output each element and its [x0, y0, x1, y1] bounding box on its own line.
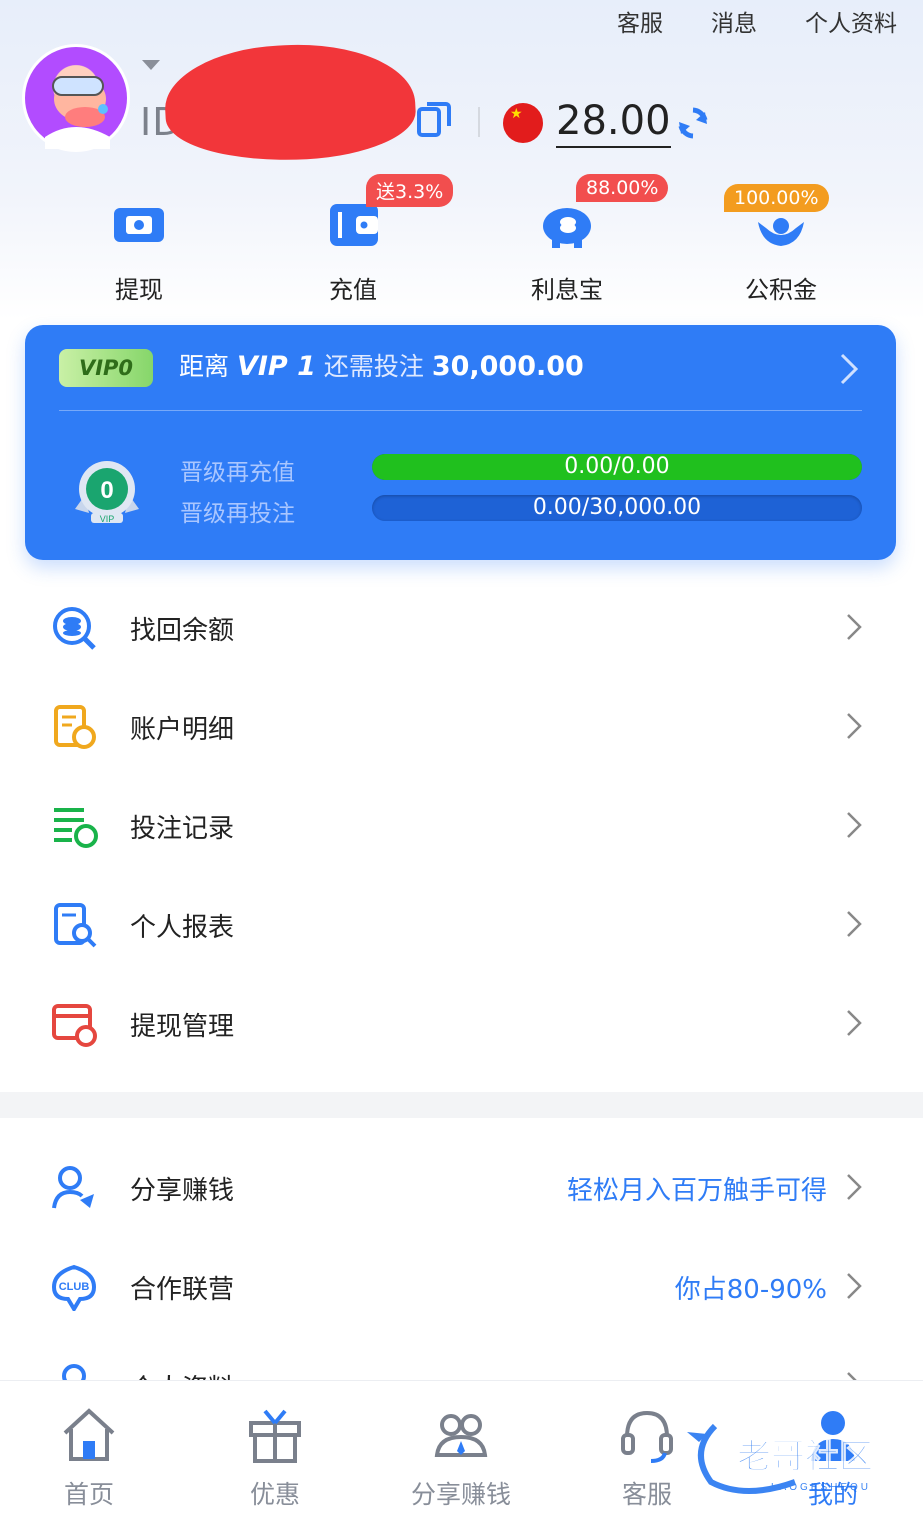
- menu-label: 合作联营: [130, 1275, 235, 1305]
- top-links: 客服 消息 个人资料: [617, 4, 897, 38]
- copy-icon[interactable]: [416, 100, 452, 138]
- home-icon: [63, 1408, 115, 1461]
- share-users-icon: [434, 1414, 488, 1457]
- section-separator: [0, 1092, 923, 1118]
- menu-item-recover-balance[interactable]: 找回余额: [0, 578, 923, 677]
- svg-text:LAOGESHEQU: LAOGESHEQU: [771, 1482, 871, 1493]
- recharge-badge: 送3.3%: [366, 174, 454, 207]
- tab-home[interactable]: 首页: [24, 1405, 154, 1511]
- account-menu: 找回余额 账户明细 投注记录 个人报表 提现管理: [0, 578, 923, 1073]
- vip-medal-text: VIP: [100, 514, 115, 524]
- report-icon: [54, 903, 97, 948]
- vip-medal-number: 0: [100, 477, 113, 504]
- chevron-right-icon: [847, 1174, 862, 1200]
- avatar[interactable]: [22, 44, 130, 152]
- bet-progress-label: 晋级再投注: [180, 501, 295, 527]
- quick-recharge[interactable]: 送3.3% 充值: [288, 174, 454, 305]
- chevron-down-icon[interactable]: [142, 60, 160, 70]
- menu-item-account-detail[interactable]: 账户明细: [0, 677, 923, 776]
- vip-divider: [59, 410, 862, 411]
- chevron-right-icon: [847, 1273, 862, 1299]
- quick-interest-label: 利息宝: [531, 276, 603, 304]
- share-earn-icon: [52, 1166, 94, 1209]
- vip-text-target: VIP 1: [236, 351, 316, 382]
- recharge-progress-label: 晋级再充值: [180, 460, 295, 486]
- recharge-progress-value: 0.00/0.00: [564, 454, 670, 479]
- gift-icon: [249, 1409, 301, 1463]
- quick-fund-label: 公积金: [745, 276, 817, 304]
- top-link-service[interactable]: 客服: [617, 4, 663, 38]
- vip-medal-icon: 0 VIP: [75, 461, 139, 524]
- menu-label: 投注记录: [130, 814, 235, 844]
- divider: [478, 107, 480, 137]
- menu-item-personal-report[interactable]: 个人报表: [0, 875, 923, 974]
- chevron-right-icon: [847, 911, 862, 937]
- chevron-right-icon: [847, 1010, 862, 1036]
- tab-label: 分享赚钱: [410, 1480, 511, 1509]
- quick-interest[interactable]: 88.00% 利息宝: [502, 174, 669, 305]
- menu-item-bet-record[interactable]: 投注记录: [0, 776, 923, 875]
- piggy-bank-icon: [543, 208, 591, 248]
- menu-item-share-earn[interactable]: 分享赚钱 轻松月入百万触手可得: [0, 1138, 923, 1237]
- chevron-right-icon: [847, 614, 862, 640]
- vip-text-prefix: 距离: [179, 352, 230, 381]
- vip-text-amount: 30,000.00: [431, 351, 584, 382]
- svg-text:老哥社区: 老哥社区: [737, 1437, 873, 1477]
- tab-promotions[interactable]: 优惠: [210, 1405, 340, 1511]
- bet-progress-bar: 0.00/30,000.00: [372, 495, 862, 521]
- bet-progress-value: 0.00/30,000.00: [532, 495, 702, 520]
- menu-hint: 轻松月入百万触手可得: [566, 1176, 827, 1206]
- chevron-right-icon[interactable]: [838, 351, 860, 387]
- quick-withdraw[interactable]: 提现: [74, 178, 204, 305]
- avatar-image: [45, 76, 110, 149]
- menu-hint: 你占80-90%: [674, 1275, 827, 1305]
- quick-fund[interactable]: 100.00% 公积金: [716, 178, 846, 305]
- menu-label: 找回余额: [130, 616, 235, 646]
- menu-item-withdraw-manage[interactable]: 提现管理: [0, 974, 923, 1073]
- refresh-icon[interactable]: [676, 106, 710, 140]
- svg-text:CLUB: CLUB: [59, 1281, 90, 1293]
- withdraw-icon: [114, 208, 164, 242]
- watermark-logo: 老哥社区 LAOGESHEQU: [687, 1423, 874, 1494]
- withdraw-manage-icon: [52, 1004, 97, 1047]
- vip-progress-text: 距离 VIP 1 还需投注 30,000.00: [179, 347, 584, 383]
- tab-label: 首页: [63, 1480, 114, 1509]
- china-flag-icon: [503, 103, 543, 143]
- account-detail-icon: [54, 705, 96, 749]
- bet-record-icon: [54, 808, 98, 848]
- headset-icon: [621, 1410, 673, 1463]
- balance-value: 28.00: [556, 98, 671, 148]
- recharge-progress-bar: 0.00/0.00: [372, 454, 862, 480]
- menu-item-cooperation[interactable]: CLUB 合作联营 你占80-90%: [0, 1237, 923, 1336]
- interest-badge: 88.00%: [576, 174, 669, 202]
- tab-share-earn[interactable]: 分享赚钱: [396, 1405, 526, 1511]
- club-icon: CLUB: [51, 1264, 97, 1311]
- chevron-right-icon: [847, 812, 862, 838]
- menu-label: 个人报表: [130, 913, 235, 943]
- chevron-right-icon: [847, 713, 862, 739]
- fund-badge: 100.00%: [724, 184, 829, 212]
- top-link-profile[interactable]: 个人资料: [805, 4, 897, 38]
- vip-card[interactable]: VIP0 距离 VIP 1 还需投注 30,000.00 0 VIP 晋级再充值…: [25, 325, 896, 560]
- quick-withdraw-label: 提现: [115, 276, 163, 304]
- vip-tag: VIP0: [59, 349, 153, 387]
- vip-text-middle: 还需投注: [323, 352, 424, 381]
- menu-label: 分享赚钱: [130, 1176, 235, 1206]
- top-link-messages[interactable]: 消息: [711, 4, 757, 38]
- search-coin-icon: [53, 607, 96, 650]
- quick-actions: 提现 送3.3% 充值 88.00% 利息宝 100.00% 公积金: [0, 174, 923, 304]
- menu-label: 账户明细: [130, 715, 235, 745]
- menu-label: 提现管理: [130, 1012, 235, 1042]
- tab-label: 优惠: [249, 1480, 300, 1509]
- quick-recharge-label: 充值: [329, 276, 377, 304]
